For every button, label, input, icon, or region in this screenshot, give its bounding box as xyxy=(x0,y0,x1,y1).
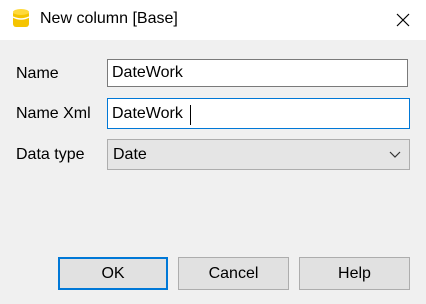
name-label: Name xyxy=(16,65,59,82)
name-xml-label: Name Xml xyxy=(16,105,91,122)
close-icon xyxy=(396,13,410,27)
cancel-button[interactable]: Cancel xyxy=(178,257,289,290)
close-button[interactable] xyxy=(380,0,426,40)
chevron-down-icon xyxy=(389,151,401,158)
database-icon xyxy=(12,8,30,30)
window-title: New column [Base] xyxy=(40,10,178,27)
name-xml-field[interactable] xyxy=(107,98,410,129)
data-type-label: Data type xyxy=(16,146,85,163)
help-button[interactable]: Help xyxy=(299,257,410,290)
name-field[interactable] xyxy=(107,59,408,87)
data-type-select[interactable]: Date xyxy=(107,139,410,170)
ok-button[interactable]: OK xyxy=(58,257,168,290)
data-type-value: Date xyxy=(113,146,147,163)
title-bar: New column [Base] xyxy=(0,0,426,40)
text-caret xyxy=(190,105,191,125)
